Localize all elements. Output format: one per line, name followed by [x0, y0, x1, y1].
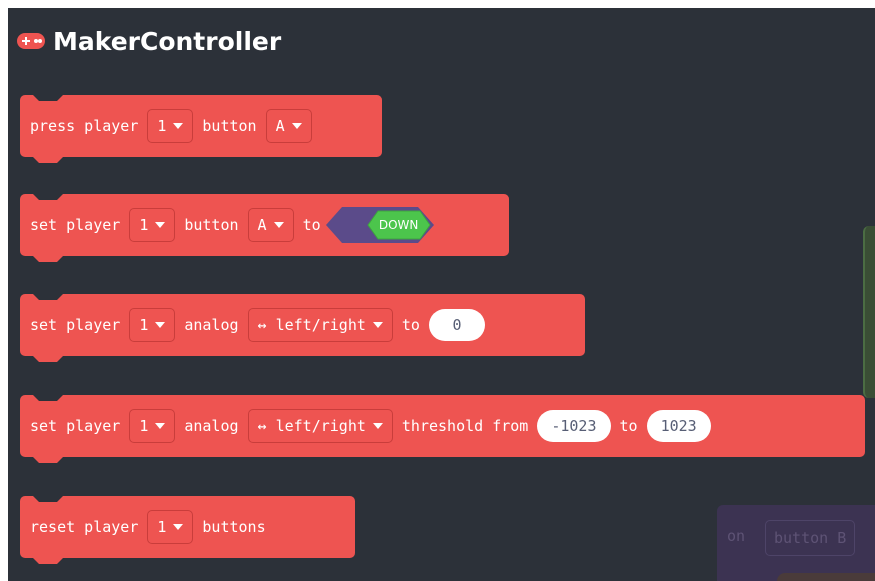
- category-title: MakerController: [53, 26, 282, 56]
- set-player-analog-threshold-block[interactable]: set player 1 analog ↔ left/right thresho…: [20, 395, 865, 463]
- caret-down-icon: [291, 123, 302, 129]
- caret-down-icon: [173, 524, 184, 530]
- max-value-input[interactable]: 1023: [646, 410, 711, 442]
- gamepad-icon: [17, 33, 45, 49]
- button-dropdown[interactable]: A: [247, 208, 294, 242]
- block-label: button: [202, 117, 257, 135]
- block-label: set player: [30, 316, 121, 334]
- block-label: to: [619, 417, 638, 435]
- axis-dropdown[interactable]: ↔ left/right: [247, 409, 393, 443]
- background-nested-block: [777, 573, 875, 581]
- press-player-button-block[interactable]: press player 1 button A: [20, 95, 382, 163]
- player-dropdown[interactable]: 1: [147, 109, 194, 143]
- caret-down-icon: [155, 423, 166, 429]
- player-dropdown[interactable]: 1: [129, 409, 176, 443]
- category-header: MakerController: [17, 21, 281, 61]
- caret-down-icon: [173, 123, 184, 129]
- block-label: threshold from: [401, 417, 529, 435]
- player-dropdown[interactable]: 1: [147, 510, 194, 544]
- button-state-reporter[interactable]: DOWN: [325, 207, 434, 243]
- state-value: DOWN: [378, 218, 419, 232]
- player-dropdown[interactable]: 1: [129, 208, 176, 242]
- caret-down-icon: [372, 423, 383, 429]
- axis-dropdown[interactable]: ↔ left/right: [247, 308, 393, 342]
- player-dropdown[interactable]: 1: [129, 308, 176, 342]
- set-player-button-block[interactable]: set player 1 button A to DOWN: [20, 194, 509, 262]
- background-button-dropdown: button B: [765, 520, 856, 556]
- block-label: buttons: [202, 518, 266, 536]
- block-label: reset player: [30, 518, 139, 536]
- block-label: button: [184, 216, 239, 234]
- block-label: set player: [30, 216, 121, 234]
- background-workspace-block: [863, 226, 875, 398]
- set-player-analog-block[interactable]: set player 1 analog ↔ left/right to 0: [20, 294, 585, 362]
- value-input[interactable]: 0: [428, 309, 485, 341]
- min-value-input[interactable]: -1023: [537, 410, 611, 442]
- button-dropdown[interactable]: A: [265, 109, 312, 143]
- toolbox-flyout: MakerController press player 1 button A …: [8, 8, 875, 581]
- reset-player-buttons-block[interactable]: reset player 1 buttons: [20, 496, 355, 564]
- block-label: analog: [184, 417, 239, 435]
- caret-down-icon: [155, 322, 166, 328]
- block-label: to: [401, 316, 420, 334]
- block-label: to: [302, 216, 321, 234]
- block-label: analog: [184, 316, 239, 334]
- caret-down-icon: [372, 322, 383, 328]
- caret-down-icon: [155, 222, 166, 228]
- block-label: press player: [30, 117, 139, 135]
- caret-down-icon: [273, 222, 284, 228]
- background-on-button-block: on button B: [717, 505, 875, 581]
- block-label: set player: [30, 417, 121, 435]
